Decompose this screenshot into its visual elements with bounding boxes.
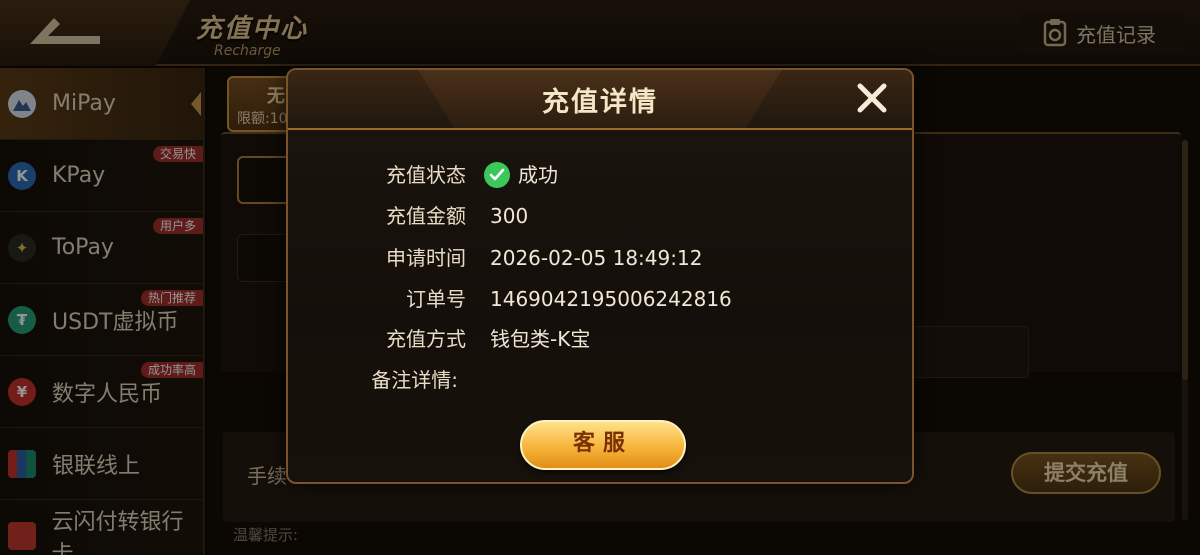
detail-row-order: 订单号 1469042195006242816 <box>288 284 908 314</box>
detail-row-amount: 充值金额 300 <box>288 201 908 231</box>
recharge-detail-dialog: 充值详情 充值状态 成功 充值金额 300 申请时间 2026-02-05 18… <box>286 68 914 484</box>
dialog-header: 充值详情 <box>288 70 912 130</box>
detail-row-status: 充值状态 成功 <box>288 160 908 190</box>
detail-label: 充值金额 <box>386 204 466 228</box>
status-value: 成功 <box>518 163 558 187</box>
detail-label: 申请时间 <box>386 246 466 270</box>
detail-label: 充值状态 <box>386 163 466 187</box>
detail-row-time: 申请时间 2026-02-05 18:49:12 <box>288 243 908 273</box>
detail-row-method: 充值方式 钱包类-K宝 <box>288 324 908 354</box>
dialog-title: 充值详情 <box>542 87 658 118</box>
success-check-icon <box>484 162 510 188</box>
detail-value: 成功 <box>484 160 558 190</box>
detail-label: 充值方式 <box>386 327 466 351</box>
close-button[interactable] <box>852 78 892 118</box>
detail-value: 300 <box>490 204 529 228</box>
detail-value: 钱包类-K宝 <box>490 327 591 351</box>
detail-label: 备注详情: <box>371 368 458 392</box>
customer-service-button[interactable]: 客服 <box>520 420 686 470</box>
detail-value: 1469042195006242816 <box>490 287 732 311</box>
detail-label: 订单号 <box>406 287 466 311</box>
detail-row-remark: 备注详情: <box>288 365 908 395</box>
close-icon <box>857 83 887 113</box>
detail-value: 2026-02-05 18:49:12 <box>490 246 703 270</box>
